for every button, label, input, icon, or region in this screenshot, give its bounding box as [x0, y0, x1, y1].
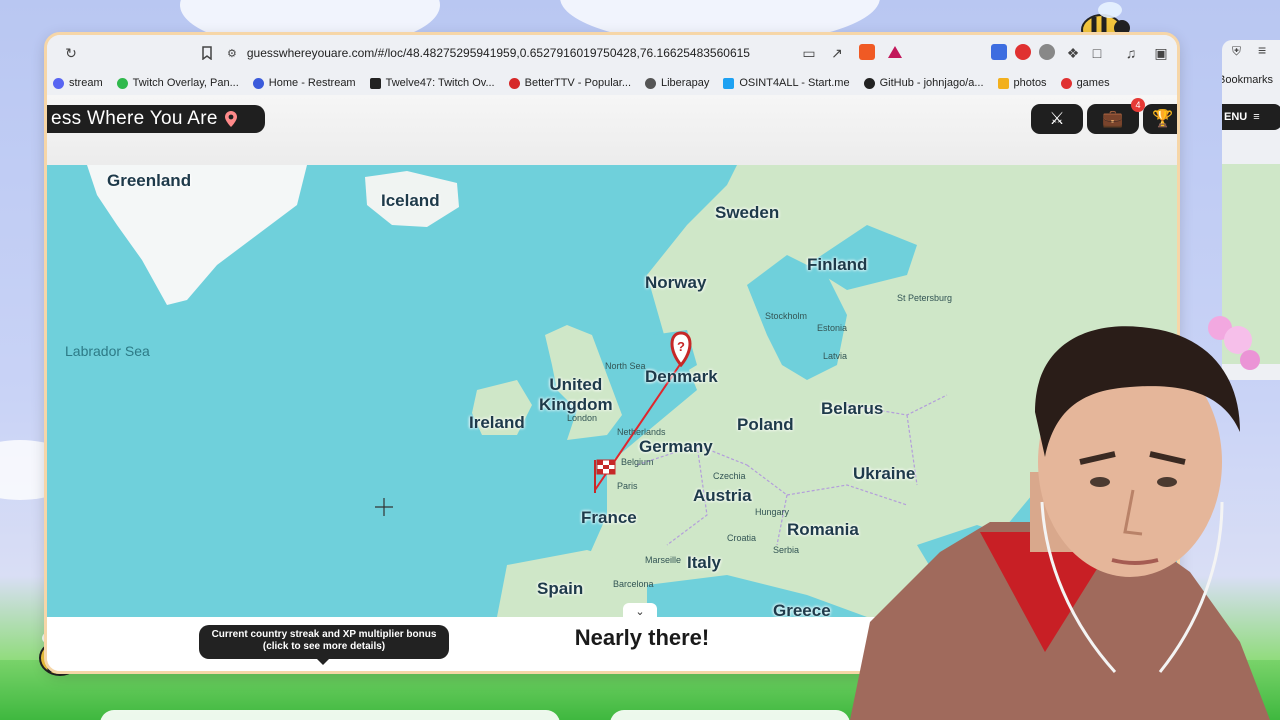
site-header: ess Where You Are ⚔ 💼 4 🏆 [47, 95, 1177, 165]
map-label-greece: Greece [773, 601, 831, 617]
menu-button[interactable]: ENU ≡ [1222, 104, 1280, 130]
map-label-paris: Paris [617, 481, 638, 491]
browser-toolbar: ↻ ⚙ guesswhereyouare.com/#/loc/48.482752… [47, 35, 1177, 71]
media-icon[interactable]: ♫ [1121, 43, 1141, 63]
map-label-germany: Germany [639, 437, 713, 456]
share-icon[interactable]: ↗ [827, 43, 847, 63]
rocket-icon [1060, 77, 1072, 89]
address-bar[interactable]: ⚙ guesswhereyouare.com/#/loc/48.48275295… [227, 41, 767, 65]
extension-icon[interactable] [991, 44, 1007, 60]
bookmark-item[interactable]: stream [53, 77, 103, 89]
profile-icon[interactable]: □ [1087, 43, 1107, 63]
map-label-netherlands: Netherlands [617, 427, 666, 437]
map-label-croatia: Croatia [727, 533, 757, 543]
extensions-puzzle-icon[interactable]: ❖ [1063, 43, 1083, 63]
trophy-button[interactable]: 🏆 [1143, 104, 1177, 134]
brave-rewards-icon[interactable] [887, 44, 903, 60]
folder-icon [997, 77, 1009, 89]
chevron-down-icon: ⌄ [635, 605, 645, 618]
backdrop-card [100, 710, 560, 720]
map-label-barcelona: Barcelona [613, 579, 654, 589]
bookmark-favicon [53, 77, 64, 89]
menu-icon[interactable]: ≡ [1258, 42, 1266, 58]
bookmarks-bar: stream Twitch Overlay, Pan... Home - Res… [47, 71, 1177, 95]
extension-icon[interactable] [1015, 44, 1031, 60]
map-label-greenland: Greenland [107, 171, 192, 190]
cast-icon[interactable]: ▭ [799, 43, 819, 63]
map-label-belgium: Belgium [621, 457, 654, 467]
bookmark-item[interactable]: Twitch Overlay, Pan... [116, 77, 239, 89]
bookmark-favicon [508, 77, 520, 89]
round-status-text: Nearly there! [574, 625, 710, 650]
menu-label: ENU [1224, 111, 1248, 123]
streak-tooltip[interactable]: Current country streak and XP multiplier… [199, 625, 449, 665]
map-label-poland: Poland [737, 415, 794, 434]
bookmark-item[interactable]: Liberapay [645, 77, 709, 89]
extension-icon[interactable] [1039, 44, 1055, 60]
map-label-italy: Italy [687, 553, 722, 572]
hamburger-icon: ≡ [1253, 111, 1260, 123]
map-label-sweden: Sweden [715, 203, 780, 222]
bookmark-favicon [116, 77, 128, 89]
crosshair-cursor-icon [375, 498, 393, 516]
map-label-denmark: Denmark [645, 367, 718, 386]
bookmarks-label[interactable]: Bookmarks [1222, 74, 1273, 86]
bookmark-item[interactable]: OSINT4ALL - Start.me [723, 77, 850, 89]
bookmark-item[interactable]: games [1060, 77, 1110, 89]
map-label-london: London [567, 413, 598, 423]
bookmark-item[interactable]: Twelve47: Twitch Ov... [369, 77, 495, 89]
bookmark-favicon [252, 77, 264, 89]
bookmark-folder[interactable]: photos [997, 77, 1047, 89]
webcam-overlay [830, 322, 1280, 720]
map-label-labrador-sea: Labrador Sea [65, 343, 150, 359]
map-label-france: France [581, 508, 637, 527]
site-settings-icon[interactable]: ⚙ [227, 47, 237, 60]
map-label-finland: Finland [807, 255, 868, 274]
map-label-united-kingdom: United Kingdom [539, 375, 613, 414]
svg-text:?: ? [677, 339, 685, 354]
backdrop-card [610, 710, 850, 720]
map-label-marseille: Marseille [645, 555, 682, 565]
map-label-serbia: Serbia [773, 545, 800, 555]
sidebar-toggle-icon[interactable]: ▣ [1151, 43, 1171, 63]
github-icon [863, 77, 875, 89]
map-label-stockholm: Stockholm [765, 311, 808, 321]
map-label-st-petersburg: St Petersburg [897, 293, 953, 303]
location-pin-icon [224, 111, 237, 127]
site-logo[interactable]: ess Where You Are [47, 105, 265, 133]
bookmark-item[interactable]: Home - Restream [252, 77, 356, 89]
map-label-austria: Austria [693, 486, 752, 505]
map-label-norway: Norway [645, 273, 707, 292]
bookmark-icon[interactable] [197, 43, 217, 63]
map-label-ireland: Ireland [469, 413, 525, 432]
treasure-chest-icon: 💼 [1102, 109, 1124, 128]
bookmark-item[interactable]: BetterTTV - Popular... [508, 77, 631, 89]
chest-button[interactable]: 💼 4 [1087, 98, 1145, 134]
trophy-icon: 🏆 [1152, 109, 1174, 128]
map-label-north-sea: North Sea [605, 361, 646, 371]
bookmark-favicon [369, 77, 381, 89]
map-label-spain: Spain [537, 579, 584, 598]
site-title: ess Where You Are [51, 108, 218, 129]
bookmark-favicon [645, 77, 656, 89]
bookmark-item[interactable]: GitHub - johnjago/a... [863, 77, 984, 89]
url-text[interactable]: guesswhereyouare.com/#/loc/48.4827529594… [247, 46, 750, 60]
collapse-panel-button[interactable]: ⌄ [623, 603, 657, 619]
crossed-swords-icon: ⚔ [1049, 109, 1065, 128]
bookmark-favicon [723, 77, 735, 89]
battle-mode-button[interactable]: ⚔ [1031, 104, 1083, 134]
streamer-webcam [850, 326, 1270, 720]
map-label-iceland: Iceland [381, 191, 440, 210]
reload-icon[interactable]: ↻ [61, 43, 81, 63]
shield-icon: ⛨ [1232, 44, 1242, 58]
brave-shield-icon[interactable] [859, 44, 875, 60]
map-label-hungary: Hungary [755, 507, 790, 517]
map-label-czechia: Czechia [713, 471, 746, 481]
